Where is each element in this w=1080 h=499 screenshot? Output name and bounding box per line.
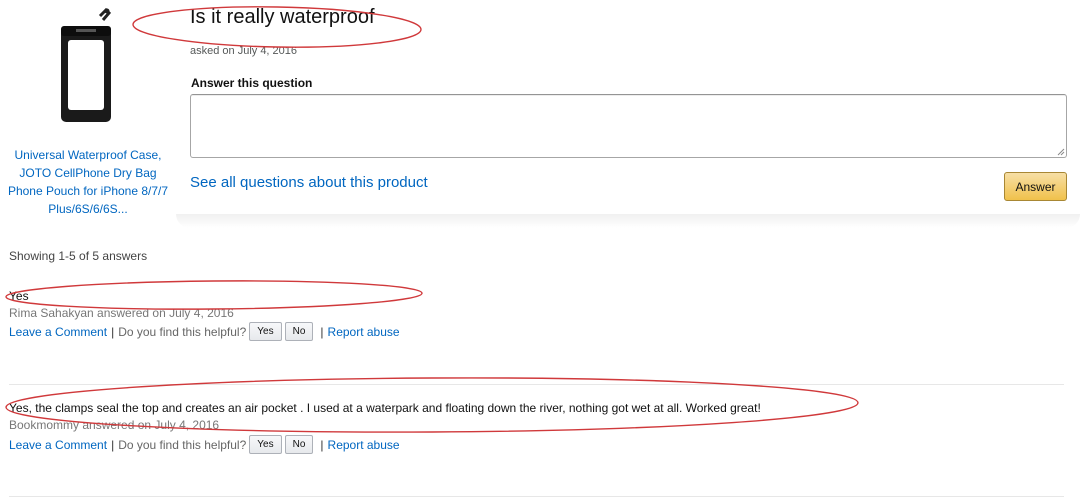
product-title-link[interactable]: Universal Waterproof Case, JOTO CellPhon… <box>4 146 172 218</box>
answer-meta: Rima Sahakyan answered on July 4, 2016 <box>9 306 234 320</box>
helpful-yes-button[interactable]: Yes <box>249 435 282 454</box>
report-abuse-link[interactable]: Report abuse <box>328 438 400 452</box>
helpful-question: Do you find this helpful? <box>118 437 247 452</box>
answer-divider <box>9 496 1064 497</box>
helpful-question: Do you find this helpful? <box>118 324 247 339</box>
separator: | <box>320 324 324 339</box>
helpful-no-button[interactable]: No <box>284 435 314 454</box>
answer-actions: Leave a Comment | Do you find this helpf… <box>9 435 400 454</box>
resize-grip-icon[interactable] <box>1057 148 1065 156</box>
answer-text: Yes, the clamps seal the top and creates… <box>9 401 761 415</box>
question-asked-date: asked on July 4, 2016 <box>190 45 298 57</box>
separator: | <box>111 324 115 339</box>
helpful-yes-button[interactable]: Yes <box>249 322 282 341</box>
product-card: Universal Waterproof Case, JOTO CellPhon… <box>0 0 176 230</box>
separator: | <box>320 437 324 452</box>
leave-comment-link[interactable]: Leave a Comment <box>9 438 107 452</box>
answer-actions: Leave a Comment | Do you find this helpf… <box>9 322 400 341</box>
leave-comment-link[interactable]: Leave a Comment <box>9 325 107 339</box>
answer-text: Yes <box>9 289 29 303</box>
answer-button[interactable]: Answer <box>1004 172 1067 201</box>
phone-pouch-image[interactable] <box>56 8 122 126</box>
answer-divider <box>9 384 1064 385</box>
answer-form-label: Answer this question <box>191 76 313 90</box>
question-title: Is it really waterproof <box>190 6 375 28</box>
see-all-questions-link[interactable]: See all questions about this product <box>190 174 428 191</box>
separator: | <box>111 437 115 452</box>
report-abuse-link[interactable]: Report abuse <box>328 325 400 339</box>
answers-count: Showing 1-5 of 5 answers <box>9 249 148 263</box>
helpful-no-button[interactable]: No <box>284 322 314 341</box>
header-divider-shadow <box>176 214 1080 228</box>
answer-meta: Bookmommy answered on July 4, 2016 <box>9 418 220 432</box>
answer-textarea[interactable] <box>190 94 1067 158</box>
